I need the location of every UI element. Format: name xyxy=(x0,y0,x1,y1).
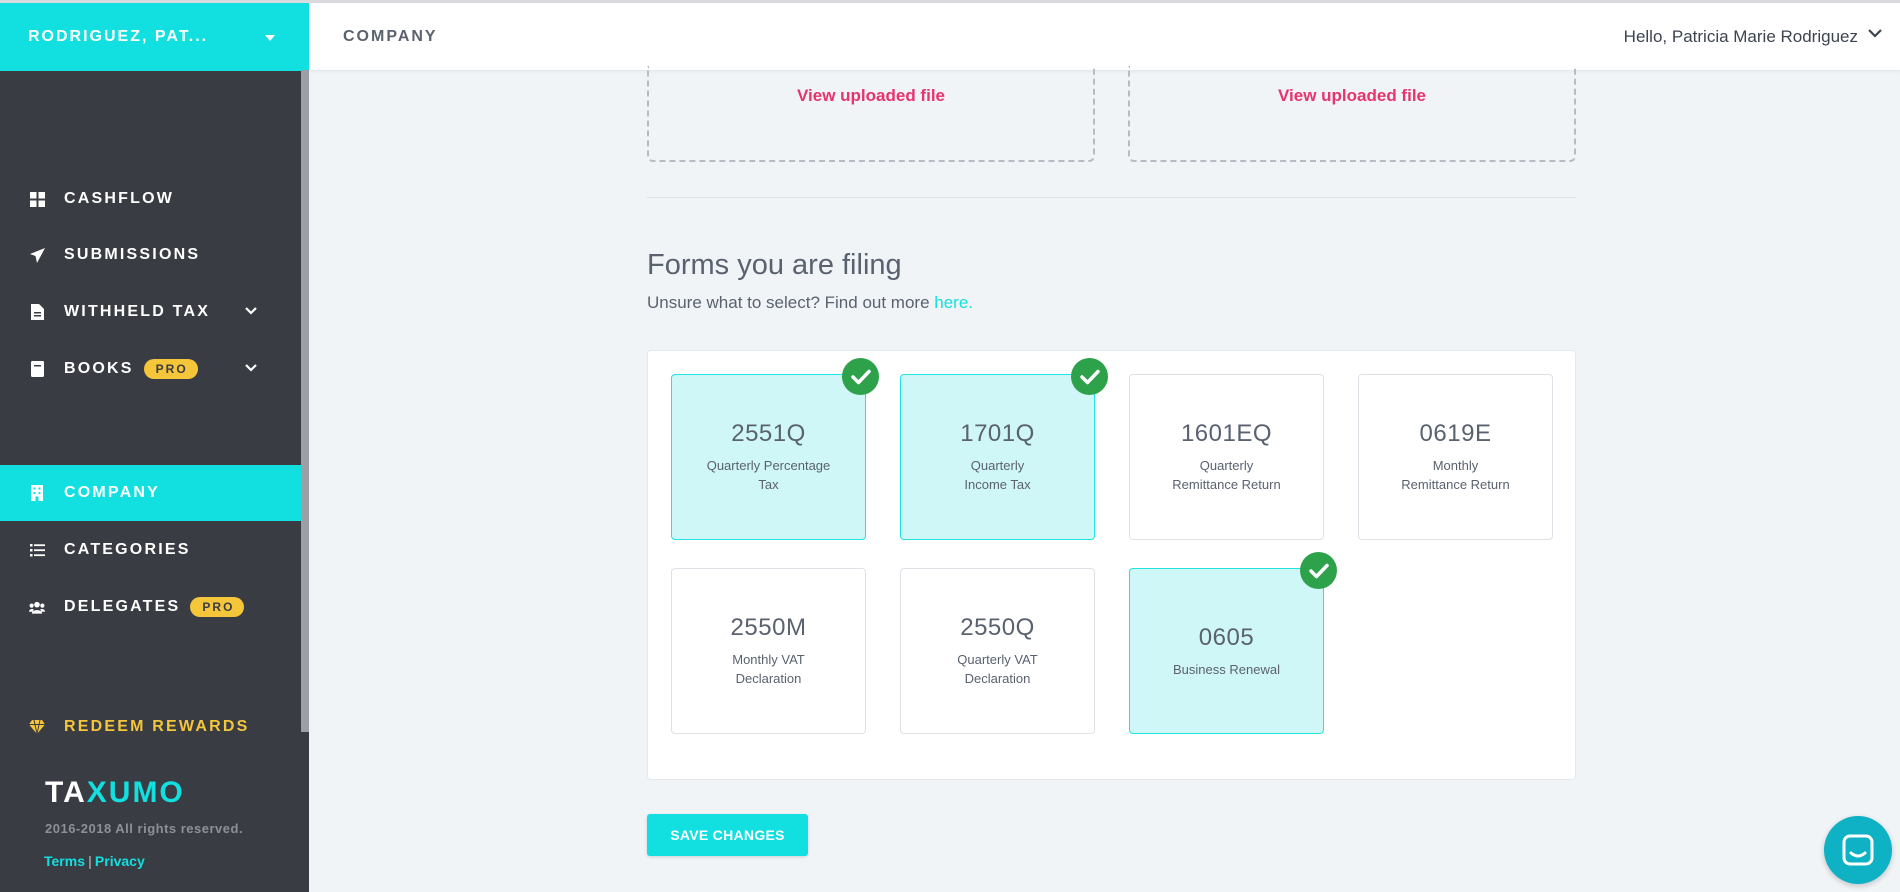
sidebar-item-submissions[interactable]: SUBMISSIONS xyxy=(0,227,301,283)
forms-section-subtitle: Unsure what to select? Find out more her… xyxy=(647,293,973,312)
chevron-down-icon xyxy=(245,304,257,318)
sidebar-item-label: WITHHELD TAX xyxy=(64,303,211,320)
form-description: Quarterly Remittance Return xyxy=(1172,458,1281,492)
form-code: 2550Q xyxy=(960,614,1035,641)
checkmark-icon xyxy=(842,358,879,395)
form-card-1701q[interactable]: 1701Q Quarterly Income Tax xyxy=(900,358,1108,540)
sidebar-item-label: SUBMISSIONS xyxy=(64,246,201,263)
link-separator: | xyxy=(87,853,92,869)
form-code: 1601EQ xyxy=(1180,420,1273,447)
form-card-0619e[interactable]: 0619E Monthly Remittance Return xyxy=(1358,374,1553,540)
forms-panel: 2551Q Quarterly Percentage Tax 1701Q Qua… xyxy=(647,350,1576,780)
caret-down-icon xyxy=(265,35,275,41)
find-out-more-link[interactable]: here. xyxy=(934,293,973,312)
page-title: COMPANY xyxy=(343,28,438,45)
sidebar-item-books[interactable]: BOOKS PRO xyxy=(0,341,301,397)
list-icon xyxy=(29,542,45,558)
upload-box: View uploaded file xyxy=(1128,66,1576,162)
form-card-1601eq[interactable]: 1601EQ Quarterly Remittance Return xyxy=(1129,374,1324,540)
gem-icon xyxy=(29,720,45,734)
form-description: Monthly VAT Declaration xyxy=(732,652,805,686)
sidebar-item-company[interactable]: COMPANY xyxy=(0,465,301,521)
chat-icon xyxy=(1842,834,1874,866)
form-code: 2550M xyxy=(730,614,807,641)
building-icon xyxy=(29,485,45,501)
sidebar-item-label: DELEGATES xyxy=(64,598,181,615)
users-icon xyxy=(29,599,45,615)
sidebar-item-label: CATEGORIES xyxy=(64,541,191,558)
footer-links: Terms | Privacy xyxy=(44,853,145,869)
form-card-2550m[interactable]: 2550M Monthly VAT Declaration xyxy=(671,568,866,734)
section-divider xyxy=(647,197,1576,198)
pro-badge: PRO xyxy=(190,597,245,617)
form-card-2550q[interactable]: 2550Q Quarterly VAT Declaration xyxy=(900,568,1095,734)
view-uploaded-file-link[interactable]: View uploaded file xyxy=(797,86,945,106)
taxumo-logo: TAXUMO xyxy=(45,776,185,809)
chevron-down-icon xyxy=(245,361,257,375)
sidebar: RODRIGUEZ, PAT... CASHFLOW SUBMISSIONS W… xyxy=(0,0,309,892)
view-uploaded-file-link[interactable]: View uploaded file xyxy=(1278,86,1426,106)
user-menu[interactable]: Hello, Patricia Marie Rodriguez xyxy=(1624,27,1858,47)
sidebar-item-label: COMPANY xyxy=(64,484,160,501)
top-header: COMPANY Hello, Patricia Marie Rodriguez xyxy=(309,3,1900,71)
redeem-rewards-link[interactable]: REDEEM REWARDS xyxy=(29,718,249,736)
form-code: 1701Q xyxy=(960,420,1035,447)
document-icon xyxy=(29,304,45,320)
copyright-text: 2016-2018 All rights reserved. xyxy=(45,821,244,836)
form-card-0605[interactable]: 0605 Business Renewal xyxy=(1129,552,1337,734)
save-changes-button[interactable]: SAVE CHANGES xyxy=(647,814,808,856)
account-name: RODRIGUEZ, PAT... xyxy=(28,28,209,45)
chat-launcher-button[interactable] xyxy=(1824,816,1892,884)
forms-section-title: Forms you are filing xyxy=(647,249,902,281)
chevron-down-icon[interactable] xyxy=(1868,25,1882,43)
upload-box: View uploaded file xyxy=(647,66,1095,162)
sidebar-item-label: CASHFLOW xyxy=(64,190,175,207)
top-border xyxy=(0,0,1900,3)
sidebar-scrollbar[interactable] xyxy=(301,70,309,732)
form-description: Quarterly Income Tax xyxy=(964,458,1031,492)
form-code: 0605 xyxy=(1198,623,1255,651)
sidebar-item-cashflow[interactable]: CASHFLOW xyxy=(0,171,301,227)
form-description: Monthly Remittance Return xyxy=(1401,458,1510,492)
dashboard-icon xyxy=(29,191,45,207)
form-code: 2551Q xyxy=(731,420,806,447)
form-card-2551q[interactable]: 2551Q Quarterly Percentage Tax xyxy=(671,358,879,540)
terms-link[interactable]: Terms xyxy=(44,853,85,869)
redeem-label: REDEEM REWARDS xyxy=(64,718,250,735)
sidebar-item-delegates[interactable]: DELEGATES PRO xyxy=(0,579,301,635)
checkmark-icon xyxy=(1071,358,1108,395)
form-code: 0619E xyxy=(1419,420,1492,447)
form-description: Quarterly VAT Declaration xyxy=(957,652,1038,686)
sidebar-item-label: BOOKS xyxy=(64,360,134,377)
account-switcher[interactable]: RODRIGUEZ, PAT... xyxy=(0,3,309,71)
form-description: Business Renewal xyxy=(1173,661,1280,677)
sidebar-item-withheld-tax[interactable]: WITHHELD TAX xyxy=(0,284,301,340)
paper-plane-icon xyxy=(29,247,45,263)
privacy-link[interactable]: Privacy xyxy=(95,853,145,869)
form-description: Quarterly Percentage Tax xyxy=(706,458,831,492)
sidebar-item-categories[interactable]: CATEGORIES xyxy=(0,522,301,578)
book-icon xyxy=(29,361,45,377)
pro-badge: PRO xyxy=(143,359,198,379)
checkmark-icon xyxy=(1300,552,1337,589)
